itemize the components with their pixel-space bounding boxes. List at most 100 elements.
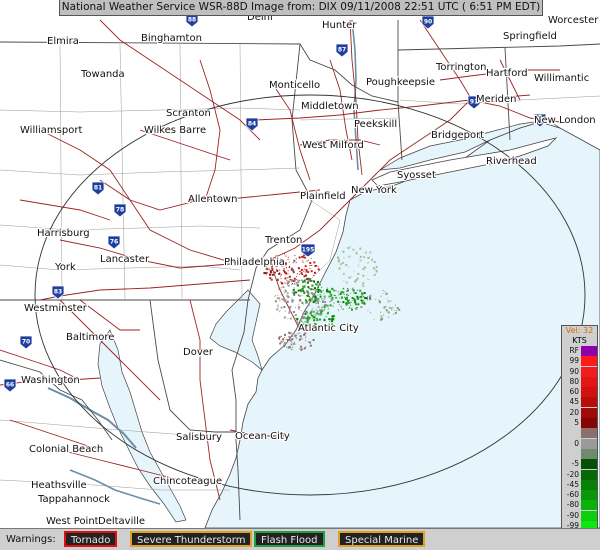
radar-echo (383, 314, 385, 316)
radar-echo (321, 286, 323, 288)
radar-echo (288, 280, 290, 283)
radar-echo (291, 338, 294, 341)
radar-echo (300, 318, 302, 320)
city-worcester: Worcester (548, 15, 599, 26)
radar-echo (330, 295, 332, 297)
radar-echo (286, 339, 289, 341)
special-marine-warning-toggle[interactable]: Special Marine (338, 531, 426, 547)
radar-echo (311, 265, 313, 266)
radar-echo (276, 308, 279, 311)
radar-echo (348, 255, 351, 258)
radar-echo (275, 295, 276, 297)
radar-echo (346, 299, 349, 302)
radar-echo (331, 298, 334, 301)
radar-echo (317, 290, 319, 292)
radar-map: 88 90 87 84 81 78 76 83 195 91 95 66 70 … (0, 0, 600, 550)
radar-echo (331, 317, 334, 320)
radar-echo (280, 275, 282, 277)
radar-echo (338, 304, 340, 306)
radar-echo (285, 255, 287, 257)
city-allentown: Allentown (188, 194, 237, 205)
radar-echo (323, 298, 325, 300)
radar-echo (325, 290, 328, 293)
i83-label: 83 (54, 289, 62, 296)
radar-echo (299, 271, 301, 272)
radar-echo (309, 279, 312, 282)
radar-echo (327, 308, 329, 310)
radar-echo (367, 310, 369, 312)
tornado-warning-toggle[interactable]: Tornado (64, 531, 118, 547)
radar-echo (371, 259, 374, 262)
legend-row: -80 (562, 500, 597, 511)
radar-echo (311, 292, 314, 295)
city-philadelphia: Philadelphia (224, 257, 285, 268)
radar-echo (290, 348, 292, 350)
radar-echo (316, 283, 318, 285)
city-atlanticcity: Atlantic City (298, 323, 359, 334)
radar-echo (306, 290, 308, 292)
radar-echo (341, 297, 343, 299)
radar-echo (342, 291, 344, 293)
radar-echo (317, 313, 320, 316)
radar-echo (287, 270, 289, 272)
radar-echo (291, 297, 293, 299)
city-binghamton: Binghamton (141, 33, 202, 44)
radar-echo (281, 335, 282, 337)
legend-row-label: 80 (569, 376, 579, 386)
city-deltaville: Deltaville (98, 516, 145, 527)
radar-echo (299, 348, 301, 350)
radar-echo (346, 296, 348, 299)
radar-echo (301, 279, 303, 281)
radar-echo (298, 303, 300, 305)
radar-echo (305, 269, 308, 272)
radar-echo (321, 307, 323, 309)
radar-echo (355, 307, 358, 310)
radar-echo (279, 300, 281, 302)
radar-echo (356, 251, 358, 253)
severe-thunderstorm-warning-toggle[interactable]: Severe Thunderstorm (130, 531, 253, 547)
radar-echo (296, 279, 298, 281)
radar-echo (313, 289, 314, 291)
i88-label: 88 (188, 17, 196, 24)
radar-echo (335, 290, 337, 292)
radar-echo (357, 303, 360, 306)
city-baltimore: Baltimore (66, 332, 114, 343)
radar-echo (293, 279, 296, 282)
radar-echo (296, 337, 298, 339)
radar-echo (339, 297, 341, 299)
radar-echo (319, 295, 322, 298)
radar-echo (362, 301, 364, 302)
radar-echo (348, 299, 350, 301)
radar-echo (319, 284, 321, 286)
radar-echo (295, 336, 297, 338)
radar-echo (326, 312, 329, 315)
legend-color-swatch (581, 500, 597, 511)
city-riverhead: Riverhead (486, 156, 537, 167)
radar-echo (305, 274, 307, 277)
radar-echo (269, 270, 272, 273)
radar-echo (316, 284, 318, 286)
radar-echo (295, 281, 298, 284)
flash-flood-warning-toggle[interactable]: Flash Flood (254, 531, 325, 547)
radar-echo (279, 339, 281, 340)
radar-echo (345, 264, 348, 267)
radar-echo (302, 261, 304, 263)
i90-label: 90 (424, 19, 432, 26)
radar-echo (371, 258, 373, 260)
radar-echo (370, 312, 372, 314)
radar-echo (369, 255, 371, 257)
radar-echo (352, 248, 355, 251)
radar-echo (316, 288, 318, 290)
radar-echo (304, 281, 306, 283)
radar-echo (281, 298, 284, 301)
radar-echo (284, 333, 286, 336)
legend-color-swatch (581, 459, 597, 470)
warnings-label: Warnings: (6, 534, 56, 545)
radar-echo (305, 317, 307, 319)
radar-echo (271, 267, 274, 270)
city-willimantic: Willimantic (534, 73, 589, 84)
radar-echo (311, 309, 313, 311)
radar-echo (311, 280, 313, 282)
radar-echo (337, 291, 339, 293)
radar-echo (354, 280, 357, 283)
